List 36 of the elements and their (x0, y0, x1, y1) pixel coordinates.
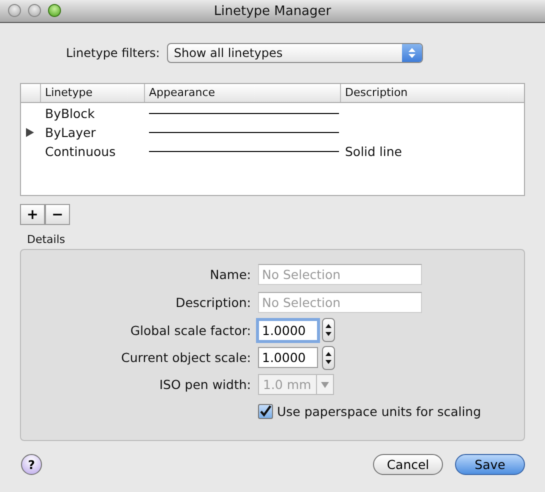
field-label: ISO pen width: (158, 377, 251, 392)
add-button[interactable]: + (20, 204, 45, 225)
field-label: Current object scale: (120, 350, 251, 365)
help-button[interactable]: ? (21, 454, 42, 475)
stepper[interactable] (322, 346, 335, 370)
linetype-name: ByBlock (45, 106, 95, 121)
field-label: Name: (208, 266, 251, 282)
stepper-arrows-icon (402, 44, 422, 62)
remove-button[interactable]: − (45, 204, 70, 225)
linetype-name: Continuous (45, 144, 116, 159)
number-field[interactable]: 1.0000 (258, 320, 318, 340)
filter-label: Linetype filters: (66, 46, 160, 60)
checkbox-label: Use paperspace units for scaling (277, 404, 482, 419)
filter-dropdown[interactable]: Show all linetypes (166, 43, 423, 63)
number-field[interactable]: 1.0000 (258, 347, 318, 368)
up-down-arrows-icon (325, 350, 332, 366)
column-header[interactable]: Description (341, 84, 524, 102)
close-icon[interactable] (8, 4, 21, 17)
save-button[interactable]: Save (455, 454, 525, 475)
section-title: Details (27, 233, 66, 247)
text-field[interactable]: No Selection (258, 264, 422, 284)
text-field[interactable]: No Selection (258, 292, 422, 312)
field-label: Global scale factor: (129, 322, 251, 338)
up-down-arrows-icon (325, 322, 332, 338)
stepper[interactable] (322, 318, 335, 342)
window-title: Linetype Manager (214, 4, 332, 18)
dropdown-arrow-icon (321, 382, 329, 388)
column-header[interactable]: Linetype (41, 84, 145, 102)
linetype-name: ByLayer (45, 125, 96, 140)
linetype-description: Solid line (345, 144, 402, 159)
zoom-icon[interactable] (48, 4, 61, 17)
column-header[interactable]: Appearance (145, 84, 341, 102)
field-label: Description: (174, 294, 251, 310)
checkbox[interactable] (258, 404, 273, 419)
cancel-button[interactable]: Cancel (373, 454, 443, 475)
minimize-icon[interactable] (28, 4, 41, 17)
